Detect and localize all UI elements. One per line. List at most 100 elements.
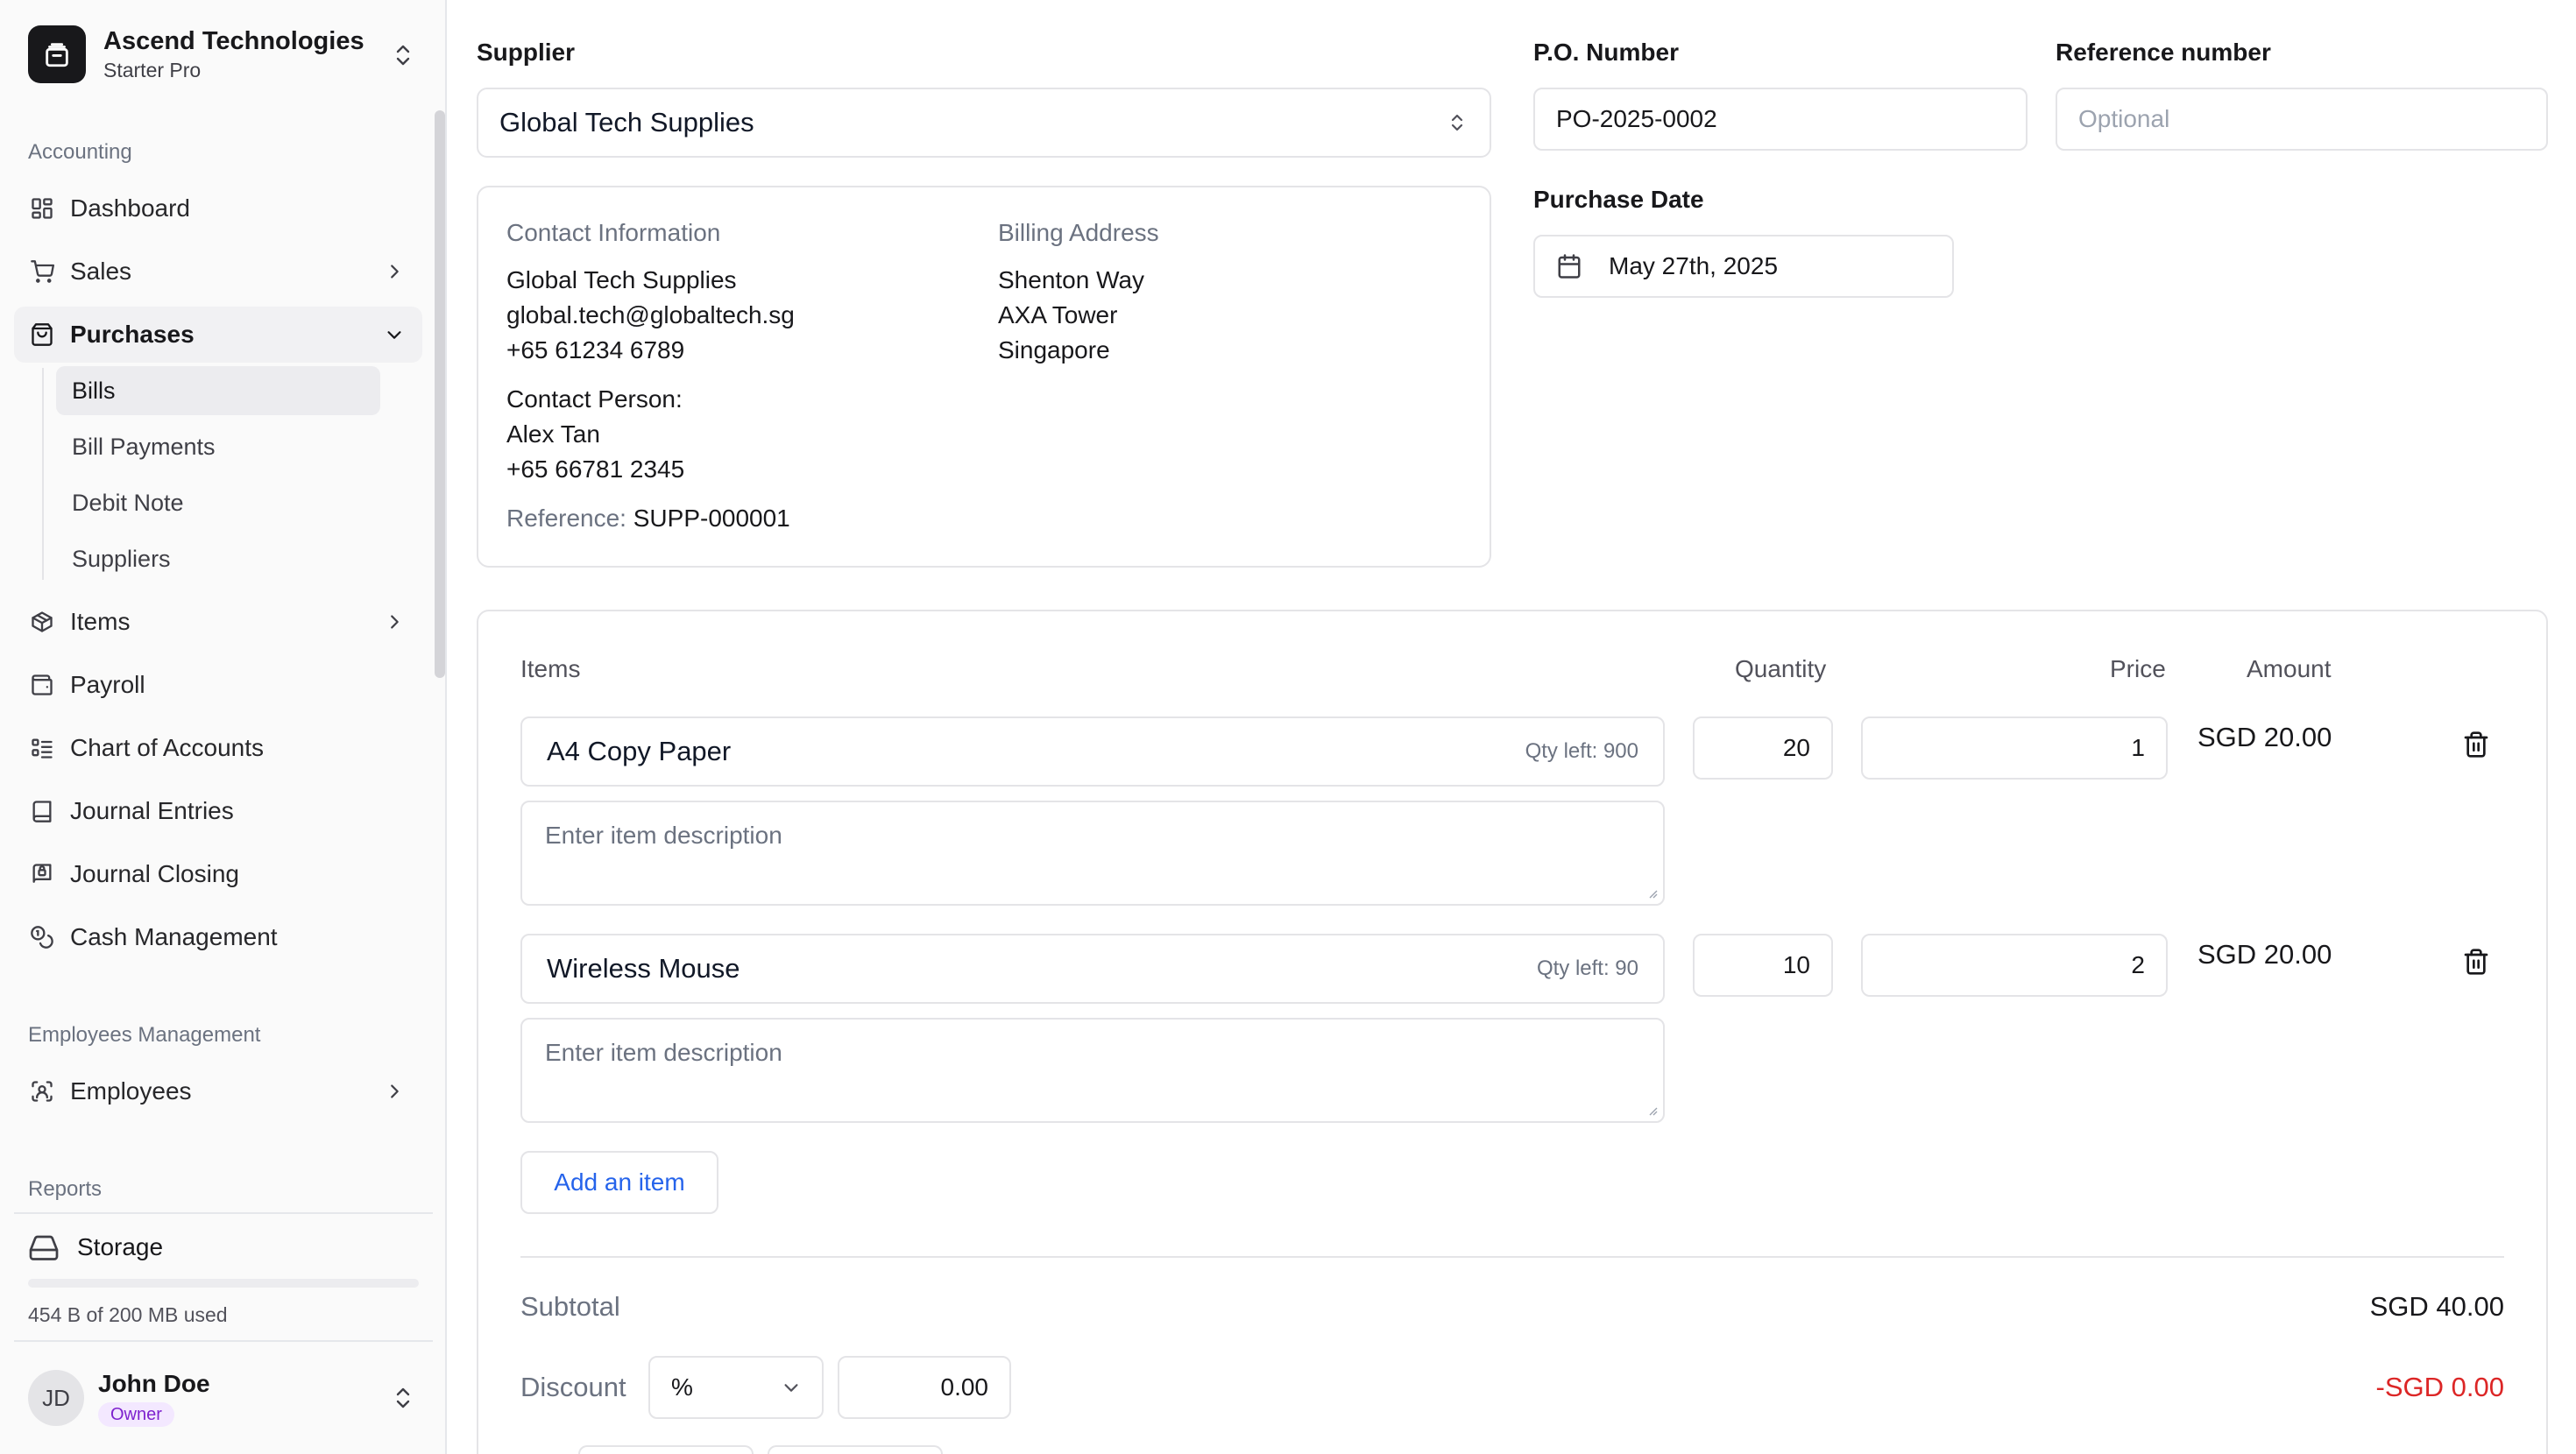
scan-face-icon — [28, 1077, 56, 1105]
sidebar-item-payroll[interactable]: Payroll — [14, 657, 422, 713]
shopping-bag-icon — [28, 321, 56, 349]
partial-input[interactable] — [578, 1445, 754, 1454]
trash-icon[interactable] — [2462, 731, 2490, 759]
add-item-button[interactable]: Add an item — [520, 1151, 718, 1214]
subtotal-label: Subtotal — [520, 1291, 620, 1322]
trash-icon[interactable] — [2462, 948, 2490, 976]
storage-label: Storage — [77, 1233, 164, 1260]
price-input[interactable]: 2 — [1861, 934, 2168, 997]
supplier-select[interactable]: Global Tech Supplies — [477, 88, 1491, 158]
price-input[interactable]: 1 — [1861, 716, 2168, 780]
discount-type-select[interactable]: % — [648, 1356, 824, 1419]
item-description-input[interactable]: Enter item description — [520, 801, 1665, 906]
subtree-line — [42, 368, 44, 580]
sidebar-item-journal-closing[interactable]: Journal Closing — [14, 846, 422, 902]
resize-handle-icon[interactable] — [1647, 1105, 1658, 1116]
chevrons-up-down-icon — [396, 45, 410, 66]
supplier-reference: Reference: SUPP-000001 — [506, 505, 790, 533]
item-description-input[interactable]: Enter item description — [520, 1018, 1665, 1123]
book-icon — [28, 797, 56, 825]
billing-address-line: AXA Tower — [998, 301, 1118, 328]
items-column-header: Items — [520, 655, 581, 682]
sidebar-item-label: Dashboard — [70, 194, 190, 222]
line-amount: SGD 20.00 — [2197, 939, 2332, 970]
billing-address-title: Billing Address — [998, 219, 1159, 246]
item-name: Wireless Mouse — [547, 953, 740, 984]
shopping-cart-icon — [28, 258, 56, 286]
discount-amount: -SGD 0.00 — [2375, 1372, 2504, 1402]
sidebar-item-label: Cash Management — [70, 923, 278, 950]
resize-handle-icon[interactable] — [1647, 888, 1658, 899]
avatar: JD — [28, 1370, 84, 1426]
quantity-input[interactable]: 20 — [1693, 716, 1833, 780]
storage-progress-bar — [28, 1279, 419, 1288]
contact-person-phone: +65 66781 2345 — [506, 455, 685, 483]
chevrons-up-down-icon — [1451, 114, 1463, 131]
billing-address-line: Singapore — [998, 336, 1110, 364]
calendar-icon — [1558, 254, 1581, 279]
discount-label: Discount — [520, 1372, 626, 1402]
workspace-switcher[interactable]: Ascend Technologies Starter Pro — [28, 25, 419, 84]
item-description-placeholder: Enter item description — [545, 822, 782, 849]
item-name-input[interactable]: A4 Copy Paper Qty left: 900 — [520, 716, 1665, 787]
section-label-accounting: Accounting — [28, 140, 132, 164]
sidebar-item-chart-of-accounts[interactable]: Chart of Accounts — [14, 720, 422, 776]
qty-left: Qty left: 900 — [1525, 739, 1638, 763]
item-name-input[interactable]: Wireless Mouse Qty left: 90 — [520, 934, 1665, 1004]
sidebar-item-journal-entries[interactable]: Journal Entries — [14, 783, 422, 839]
sidebar-subitem-suppliers[interactable]: Suppliers — [56, 534, 380, 583]
dashboard-icon — [28, 194, 56, 222]
user-menu[interactable]: JD John Doe Owner — [14, 1340, 433, 1454]
po-number-input[interactable]: PO-2025-0002 — [1533, 88, 2028, 151]
sidebar-scrollbar[interactable] — [435, 110, 445, 678]
workspace-plan: Starter Pro — [103, 59, 202, 81]
contact-email: global.tech@globaltech.sg — [506, 301, 795, 328]
totals-divider — [520, 1256, 2504, 1258]
qty-left: Qty left: 90 — [1536, 956, 1638, 980]
sidebar-item-purchases[interactable]: Purchases — [14, 307, 422, 363]
reference-label: Reference: — [506, 505, 626, 532]
reference-number-input[interactable]: Optional — [2056, 88, 2548, 151]
purchase-date-value: May 27th, 2025 — [1609, 252, 1779, 279]
chevron-right-icon — [380, 258, 408, 286]
sidebar-subitem-debit-note[interactable]: Debit Note — [56, 478, 380, 527]
wallet-icon — [28, 671, 56, 699]
sidebar: Ascend Technologies Starter Pro Accounti… — [0, 0, 447, 1454]
sidebar-item-label: Employees — [70, 1077, 192, 1105]
chevron-down-icon — [380, 321, 408, 349]
line-amount: SGD 20.00 — [2197, 722, 2332, 752]
discount-value-input[interactable]: 0.00 — [838, 1356, 1011, 1419]
chevrons-up-down-icon — [396, 1387, 410, 1408]
building-icon — [28, 25, 86, 83]
sidebar-item-label: Journal Closing — [70, 860, 239, 887]
sidebar-item-label: Items — [70, 608, 131, 635]
chevron-right-icon — [380, 608, 408, 636]
reference-value: SUPP-000001 — [633, 505, 790, 532]
sidebar-item-label: Payroll — [70, 671, 145, 698]
storage-panel: Storage 454 B of 200 MB used — [14, 1212, 433, 1327]
sidebar-item-label: Purchases — [70, 321, 195, 348]
item-name: A4 Copy Paper — [547, 736, 732, 766]
partial-input[interactable] — [768, 1445, 943, 1454]
contact-person-name: Alex Tan — [506, 420, 600, 448]
sidebar-item-cash-management[interactable]: Cash Management — [14, 909, 422, 965]
reference-number-label: Reference number — [2056, 39, 2271, 66]
sidebar-subitem-bills[interactable]: Bills — [56, 366, 380, 415]
sidebar-item-sales[interactable]: Sales — [14, 244, 422, 300]
amount-column-header: Amount — [2247, 655, 2332, 682]
sidebar-item-label: Journal Entries — [70, 797, 234, 824]
subtotal-value: SGD 40.00 — [2369, 1291, 2504, 1322]
item-description-placeholder: Enter item description — [545, 1039, 782, 1066]
user-name: John Doe — [98, 1370, 210, 1397]
quantity-input[interactable]: 10 — [1693, 934, 1833, 997]
sidebar-item-items[interactable]: Items — [14, 594, 422, 650]
section-label-reports: Reports — [28, 1177, 103, 1201]
sidebar-item-dashboard[interactable]: Dashboard — [14, 180, 422, 236]
purchase-date-picker[interactable]: May 27th, 2025 — [1533, 235, 1954, 298]
sidebar-subitem-bill-payments[interactable]: Bill Payments — [56, 422, 380, 471]
role-badge: Owner — [98, 1402, 174, 1427]
coins-icon — [28, 923, 56, 951]
sidebar-item-employees[interactable]: Employees — [14, 1063, 422, 1119]
contact-phone: +65 61234 6789 — [506, 336, 685, 364]
storage-usage-text: 454 B of 200 MB used — [28, 1303, 228, 1326]
